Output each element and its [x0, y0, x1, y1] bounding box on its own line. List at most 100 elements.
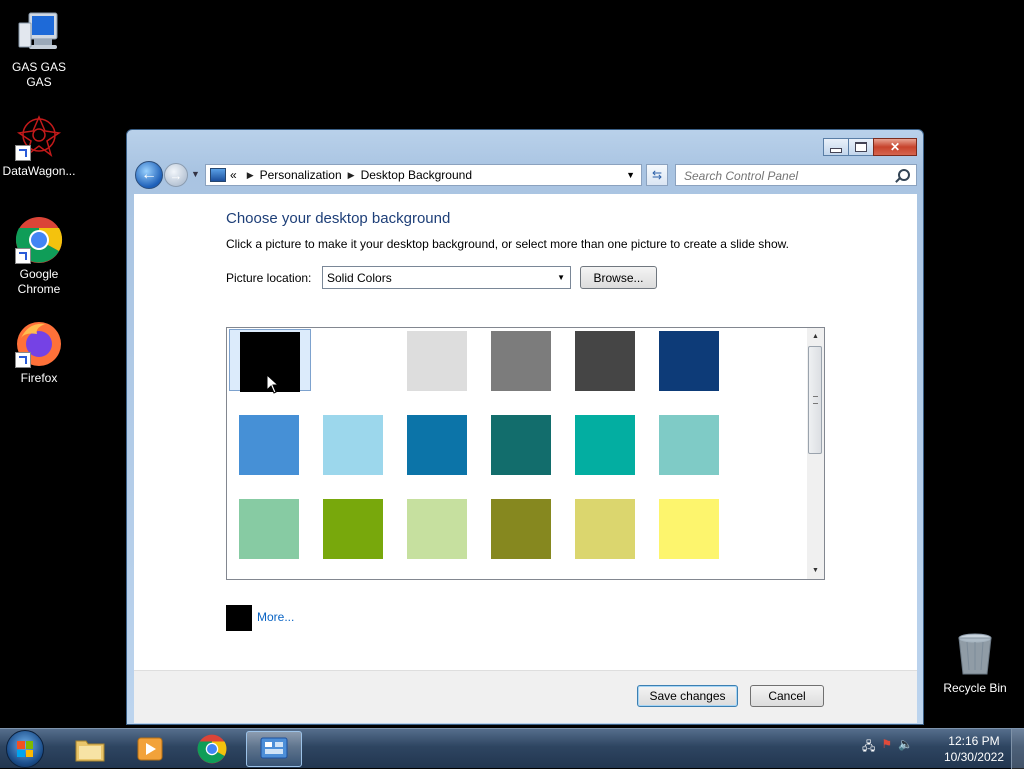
- color-swatch-cell[interactable]: [649, 329, 731, 391]
- desktop-icon-label: DataWagon...: [2, 164, 76, 178]
- taskbar-explorer[interactable]: [62, 731, 118, 767]
- clock[interactable]: 12:16 PM 10/30/2022: [944, 733, 1004, 765]
- taskbar-chrome[interactable]: [184, 731, 240, 767]
- more-colors-link[interactable]: More...: [257, 610, 294, 624]
- scroll-down-icon[interactable]: ▼: [807, 562, 824, 579]
- breadcrumb-desktop-background[interactable]: Desktop Background: [361, 168, 472, 182]
- color-swatch-cell[interactable]: [229, 497, 311, 559]
- refresh-button[interactable]: ⇆: [646, 164, 668, 186]
- color-swatch-cell[interactable]: [397, 413, 479, 475]
- color-swatch[interactable]: [407, 331, 467, 391]
- color-swatch-cell[interactable]: [229, 413, 311, 475]
- maximize-button[interactable]: [848, 138, 874, 156]
- color-swatch-cell[interactable]: [313, 329, 395, 391]
- network-icon[interactable]: 🖧: [862, 737, 875, 758]
- color-swatch-cell[interactable]: [397, 329, 479, 391]
- shortcut-arrow-icon: [15, 248, 31, 264]
- desktop-icon-firefox[interactable]: Firefox: [0, 320, 78, 386]
- color-swatch[interactable]: [323, 415, 383, 475]
- mouse-cursor-icon: [266, 374, 280, 394]
- picture-location-label: Picture location:: [226, 271, 312, 285]
- clock-date: 10/30/2022: [943, 750, 1004, 764]
- color-swatch-cell[interactable]: [649, 413, 731, 475]
- chrome-icon: [197, 734, 227, 764]
- recycle-bin-icon: [951, 630, 999, 678]
- desktop-icon-datawagon[interactable]: DataWagon...: [0, 113, 78, 179]
- color-swatch-cell[interactable]: [313, 497, 395, 559]
- color-swatch[interactable]: [659, 415, 719, 475]
- content-pane: Choose your desktop background Click a p…: [134, 194, 917, 670]
- breadcrumb-separator-icon[interactable]: ▶: [348, 170, 355, 181]
- chrome-icon: [15, 216, 63, 264]
- desktop-icon-label: GAS GAS GAS: [11, 60, 67, 89]
- back-button[interactable]: ←: [135, 161, 163, 189]
- color-swatch[interactable]: [407, 415, 467, 475]
- browse-button[interactable]: Browse...: [580, 266, 657, 289]
- volume-icon[interactable]: 🔈: [898, 737, 913, 758]
- color-swatch[interactable]: [239, 415, 299, 475]
- desktop-icon-chrome[interactable]: Google Chrome: [0, 216, 78, 297]
- refresh-icon: ⇆: [651, 168, 663, 182]
- computer-icon: [15, 9, 63, 57]
- gallery-scrollbar[interactable]: ▲ ▼: [807, 328, 824, 579]
- color-swatch[interactable]: [239, 499, 299, 559]
- color-swatch[interactable]: [491, 415, 551, 475]
- breadcrumb-separator-icon[interactable]: ▶: [247, 170, 254, 181]
- search-input[interactable]: [682, 166, 891, 186]
- color-swatch[interactable]: [407, 499, 467, 559]
- color-swatch-cell[interactable]: [481, 497, 563, 559]
- color-swatch[interactable]: [575, 499, 635, 559]
- media-player-icon: [137, 737, 163, 761]
- desktop-icon-computer[interactable]: GAS GAS GAS: [0, 9, 78, 90]
- color-swatch-cell[interactable]: [565, 413, 647, 475]
- color-swatch-cell[interactable]: [565, 329, 647, 391]
- forward-button[interactable]: →: [164, 163, 188, 187]
- breadcrumb-personalization[interactable]: Personalization: [260, 168, 342, 182]
- color-swatch[interactable]: [575, 415, 635, 475]
- color-swatch[interactable]: [491, 499, 551, 559]
- color-swatch-cell[interactable]: [481, 329, 563, 391]
- cancel-button[interactable]: Cancel: [750, 685, 824, 707]
- save-changes-button[interactable]: Save changes: [637, 685, 738, 707]
- firefox-icon: [15, 320, 63, 368]
- address-dropdown-icon[interactable]: ▼: [626, 170, 635, 180]
- start-button[interactable]: [6, 730, 44, 768]
- windows-logo-icon: [17, 741, 33, 757]
- minimize-icon: [830, 147, 842, 153]
- color-swatch-cell[interactable]: [565, 497, 647, 559]
- color-swatch-cell[interactable]: [481, 413, 563, 475]
- more-color-swatch[interactable]: [226, 605, 252, 631]
- color-swatch[interactable]: [323, 499, 383, 559]
- taskbar-control-panel[interactable]: [246, 731, 302, 767]
- desktop-icon-label: Firefox: [20, 371, 58, 385]
- system-tray: 🖧 ⚑ 🔈: [862, 737, 913, 758]
- breadcrumb-overflow[interactable]: «: [230, 168, 237, 182]
- recent-pages-button[interactable]: ▼: [191, 169, 200, 179]
- desktop-icon-label: Google Chrome: [17, 267, 61, 296]
- clock-time: 12:16 PM: [948, 734, 1000, 748]
- forward-arrow-icon: →: [169, 167, 183, 183]
- minimize-button[interactable]: [823, 138, 849, 156]
- scroll-up-icon[interactable]: ▲: [807, 328, 824, 345]
- shortcut-arrow-icon: [15, 352, 31, 368]
- window-footer: Save changes Cancel: [134, 670, 917, 723]
- close-button[interactable]: ✕: [873, 138, 917, 156]
- desktop-icon-recycle-bin[interactable]: Recycle Bin: [936, 630, 1014, 696]
- taskbar-media-player[interactable]: [122, 731, 178, 767]
- show-desktop-button[interactable]: [1011, 729, 1024, 769]
- color-swatch-cell[interactable]: [649, 497, 731, 559]
- color-swatch[interactable]: [659, 331, 719, 391]
- search-icon[interactable]: [898, 169, 910, 181]
- color-swatch[interactable]: [575, 331, 635, 391]
- color-swatch[interactable]: [323, 331, 383, 391]
- address-bar[interactable]: « ▶ Personalization ▶ Desktop Background…: [205, 164, 642, 186]
- color-swatch-cell[interactable]: [397, 497, 479, 559]
- page-title: Choose your desktop background: [226, 210, 451, 227]
- color-swatch-cell[interactable]: [229, 329, 311, 394]
- color-swatch[interactable]: [659, 499, 719, 559]
- picture-location-select[interactable]: Solid Colors ▼: [322, 266, 571, 289]
- scroll-thumb[interactable]: [808, 346, 822, 454]
- color-swatch[interactable]: [491, 331, 551, 391]
- color-swatch-cell[interactable]: [313, 413, 395, 475]
- action-center-icon[interactable]: ⚑: [881, 737, 892, 758]
